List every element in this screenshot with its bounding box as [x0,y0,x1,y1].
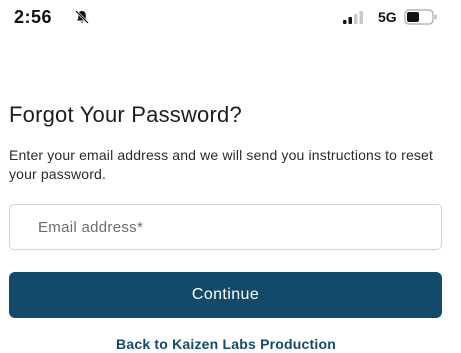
network-type: 5G [378,9,397,25]
signal-icon [343,11,365,24]
battery-icon [404,9,438,25]
instructions-text: Enter your email address and we will sen… [9,147,434,182]
status-time: 2:56 [14,7,53,27]
status-bar: 2:56 5G [0,0,461,36]
forgot-password-screen: 2:56 5G Forgot Your Password? Enter your… [0,0,461,353]
back-link[interactable]: Back to Kaizen Labs Production [0,336,452,352]
continue-button[interactable]: Continue [9,272,442,318]
page-title: Forgot Your Password? [9,102,242,127]
bell-muted-icon [74,9,90,25]
email-field[interactable] [9,204,442,250]
